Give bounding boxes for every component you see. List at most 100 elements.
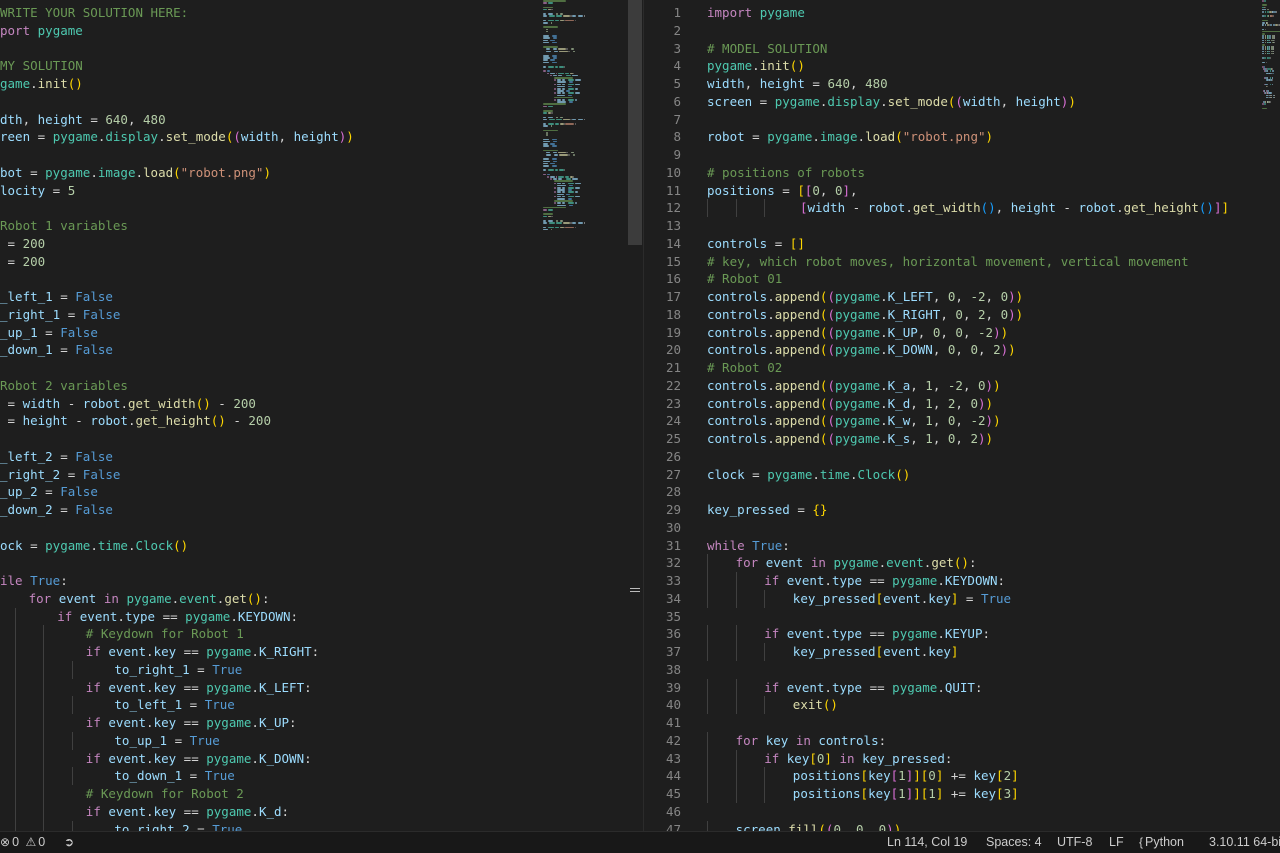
code-line[interactable]: _up_1 = False xyxy=(0,324,628,342)
ports-button[interactable]: ➲ xyxy=(64,832,76,853)
code-line[interactable]: 26 xyxy=(644,448,1280,466)
code-line[interactable]: 36 if event.type == pygame.KEYUP: xyxy=(644,625,1280,643)
code-line[interactable]: 37 key_pressed[event.key] xyxy=(644,643,1280,661)
code-line[interactable]: if event.key == pygame.K_d: xyxy=(0,802,628,821)
editor-left[interactable]: WRITE YOUR SOLUTION HERE: port pygame MY S… xyxy=(0,0,628,831)
code-line[interactable]: if event.key == pygame.K_LEFT: xyxy=(0,678,628,697)
code-line[interactable]: 3 # MODEL SOLUTION xyxy=(644,40,1280,58)
code-line[interactable]: 11 positions = [[0, 0], xyxy=(644,182,1280,200)
cursor-position[interactable]: Ln 114, Col 19 xyxy=(887,832,967,853)
code-line[interactable]: bot = pygame.image.load("robot.png") xyxy=(0,164,628,182)
minimap-left[interactable] xyxy=(543,0,628,240)
code-line[interactable]: port pygame xyxy=(0,22,628,40)
code-line[interactable]: if event.key == pygame.K_UP: xyxy=(0,714,628,732)
code-line[interactable] xyxy=(0,93,628,111)
code-line[interactable]: if event.type == pygame.KEYDOWN: xyxy=(0,607,628,626)
code-line[interactable]: 21 # Robot 02 xyxy=(644,359,1280,377)
code-line[interactable]: ile True: xyxy=(0,572,628,590)
code-line[interactable]: locity = 5 xyxy=(0,182,628,200)
code-line[interactable]: 44 positions[key[1]][0] += key[2] xyxy=(644,767,1280,785)
code-line[interactable]: 18 controls.append((pygame.K_RIGHT, 0, 2,… xyxy=(644,306,1280,324)
problems-indicator[interactable]: ⊗ 0 ⚠ 0 xyxy=(0,832,45,853)
code-line[interactable]: _left_1 = False xyxy=(0,288,628,306)
code-line[interactable]: ock = pygame.time.Clock() xyxy=(0,537,628,555)
code-line[interactable]: 43 if key[0] in key_pressed: xyxy=(644,749,1280,768)
code-line[interactable]: 12 [width - robot.get_width(), height - r… xyxy=(644,199,1280,217)
code-line[interactable]: _left_2 = False xyxy=(0,448,628,466)
code-line[interactable]: _up_2 = False xyxy=(0,483,628,501)
indentation-selector[interactable]: Spaces: 4 xyxy=(986,832,1042,853)
code-line[interactable]: 30 xyxy=(644,519,1280,537)
code-line[interactable]: 17 controls.append((pygame.K_LEFT, 0, -2,… xyxy=(644,288,1280,306)
code-line[interactable]: Robot 2 variables xyxy=(0,377,628,395)
code-line[interactable]: 25 controls.append((pygame.K_s, 1, 0, 2)) xyxy=(644,430,1280,448)
code-line[interactable] xyxy=(0,270,628,288)
code-line[interactable] xyxy=(0,359,628,377)
code-line[interactable]: = width - robot.get_width() - 200 xyxy=(0,395,628,413)
code-line[interactable]: 23 controls.append((pygame.K_d, 1, 2, 0)) xyxy=(644,395,1280,413)
code-line[interactable]: 41 xyxy=(644,714,1280,732)
code-line[interactable]: = height - robot.get_height() - 200 xyxy=(0,412,628,430)
language-mode[interactable]: {Python xyxy=(1139,832,1184,853)
editor-right[interactable]: 1 import pygame 2 3 # MODEL SOLUTION 4 pygame.… xyxy=(644,0,1280,831)
code-line[interactable]: dth, height = 640, 480 xyxy=(0,111,628,129)
code-line[interactable]: 1 import pygame xyxy=(644,4,1280,22)
interpreter-selector[interactable]: 3.10.11 64-bit xyxy=(1209,832,1280,853)
code-line[interactable]: 4 pygame.init() xyxy=(644,57,1280,75)
code-line[interactable]: 34 key_pressed[event.key] = True xyxy=(644,589,1280,608)
scrollbar-left[interactable] xyxy=(628,0,642,245)
code-line[interactable]: 42 for key in controls: xyxy=(644,731,1280,750)
minimap-right[interactable] xyxy=(1262,0,1280,120)
code-line[interactable]: to_up_1 = True xyxy=(0,731,628,750)
encoding-selector[interactable]: UTF-8 xyxy=(1057,832,1092,853)
code-line[interactable]: 45 positions[key[1]][1] += key[3] xyxy=(644,785,1280,803)
code-line[interactable]: to_right_1 = True xyxy=(0,660,628,679)
code-line[interactable]: = 200 xyxy=(0,235,628,253)
code-line[interactable]: 46 xyxy=(644,803,1280,821)
code-line[interactable]: for event in pygame.event.get(): xyxy=(0,590,628,608)
code-line[interactable]: to_down_1 = True xyxy=(0,767,628,785)
code-line[interactable]: # Keydown for Robot 2 xyxy=(0,785,628,803)
code-line[interactable]: 2 xyxy=(644,22,1280,40)
code-line[interactable]: 35 xyxy=(644,608,1280,626)
code-line[interactable]: 47 screen.fill((0, 0, 0)) xyxy=(644,820,1280,831)
code-line[interactable]: 13 xyxy=(644,217,1280,235)
code-line[interactable]: 22 controls.append((pygame.K_a, 1, -2, 0)… xyxy=(644,377,1280,395)
sash-handle-icon[interactable] xyxy=(630,588,640,594)
code-line[interactable]: 7 xyxy=(644,111,1280,129)
code-line[interactable]: to_left_1 = True xyxy=(0,696,628,714)
eol-selector[interactable]: LF xyxy=(1109,832,1124,853)
code-line[interactable]: 8 robot = pygame.image.load("robot.png") xyxy=(644,128,1280,146)
code-line[interactable]: 6 screen = pygame.display.set_mode((width… xyxy=(644,93,1280,111)
code-line[interactable]: _down_2 = False xyxy=(0,501,628,519)
code-line[interactable]: 27 clock = pygame.time.Clock() xyxy=(644,466,1280,484)
code-line[interactable] xyxy=(0,40,628,58)
code-line[interactable]: WRITE YOUR SOLUTION HERE: xyxy=(0,4,628,22)
code-line[interactable]: 24 controls.append((pygame.K_w, 1, 0, -2)… xyxy=(644,412,1280,430)
code-line[interactable]: 5 width, height = 640, 480 xyxy=(644,75,1280,93)
code-line[interactable] xyxy=(0,146,628,164)
code-line[interactable]: 38 xyxy=(644,661,1280,679)
code-line[interactable]: 39 if event.type == pygame.QUIT: xyxy=(644,678,1280,697)
code-line[interactable]: _down_1 = False xyxy=(0,341,628,359)
code-line[interactable]: # Keydown for Robot 1 xyxy=(0,625,628,643)
code-line[interactable]: 28 xyxy=(644,483,1280,501)
code-line[interactable]: Robot 1 variables xyxy=(0,217,628,235)
code-line[interactable] xyxy=(0,430,628,448)
code-line[interactable]: reen = pygame.display.set_mode((width, h… xyxy=(0,128,628,146)
code-line[interactable]: 15 # key, which robot moves, horizontal m… xyxy=(644,253,1280,271)
code-line[interactable]: 9 xyxy=(644,146,1280,164)
code-line[interactable]: if event.key == pygame.K_DOWN: xyxy=(0,749,628,768)
code-line[interactable]: 33 if event.type == pygame.KEYDOWN: xyxy=(644,572,1280,590)
code-line[interactable]: to_right_2 = True xyxy=(0,820,628,831)
code-line[interactable]: 10 # positions of robots xyxy=(644,164,1280,182)
code-line[interactable]: 31 while True: xyxy=(644,537,1280,555)
code-line[interactable] xyxy=(0,554,628,572)
code-line[interactable] xyxy=(0,199,628,217)
code-line[interactable]: if event.key == pygame.K_RIGHT: xyxy=(0,643,628,661)
code-line[interactable]: 14 controls = [] xyxy=(644,235,1280,253)
code-line[interactable]: 29 key_pressed = {} xyxy=(644,501,1280,519)
code-line[interactable] xyxy=(0,519,628,537)
code-line[interactable]: MY SOLUTION xyxy=(0,57,628,75)
code-line[interactable]: 40 exit() xyxy=(644,696,1280,714)
